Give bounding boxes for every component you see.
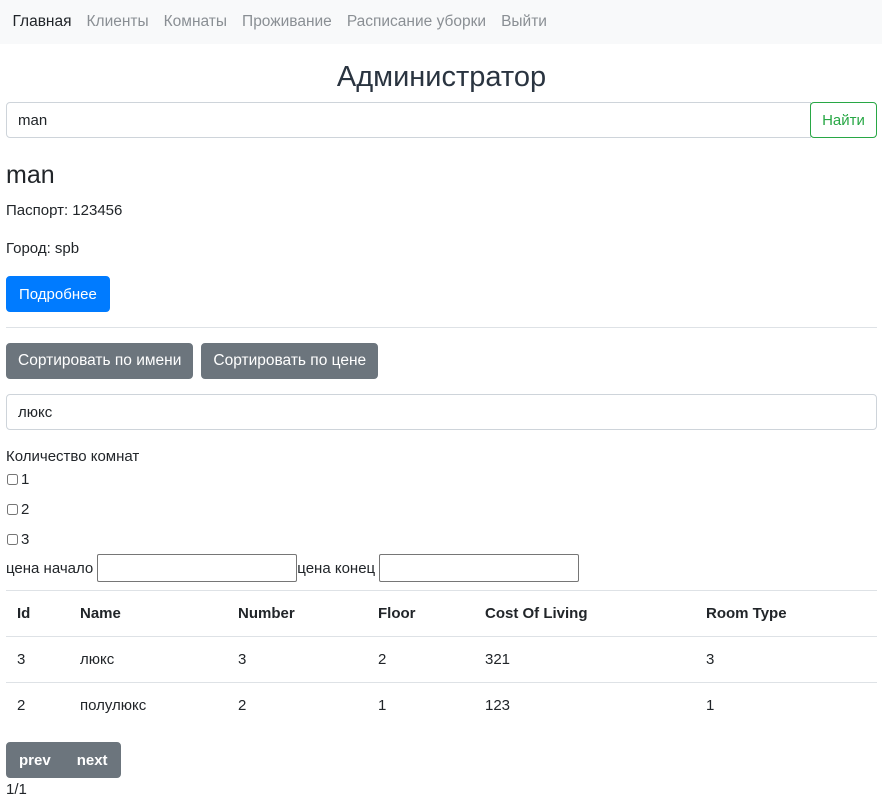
cell-name: люкс <box>80 650 115 668</box>
nav-accommodation[interactable]: Проживание <box>235 13 340 31</box>
client-city: Город: spb <box>6 240 80 257</box>
col-floor: Floor <box>378 604 416 622</box>
price-end-input[interactable] <box>379 554 580 582</box>
cell-id: 2 <box>17 696 26 714</box>
next-button[interactable]: next <box>63 742 121 778</box>
rooms-option-1: 1 <box>6 468 877 490</box>
rooms-option-3: 3 <box>6 528 877 550</box>
rooms-option-label: 3 <box>21 530 30 548</box>
nav-home[interactable]: Главная <box>5 13 79 31</box>
find-button[interactable]: Найти <box>810 102 877 138</box>
col-cost: Cost Of Living <box>485 604 588 622</box>
col-room-type: Room Type <box>706 604 787 622</box>
divider <box>6 327 877 328</box>
cell-cost: 321 <box>485 650 511 668</box>
cell-name: полулюкс <box>80 696 147 714</box>
nav-cleaning-schedule[interactable]: Расписание уборки <box>339 13 493 31</box>
nav-rooms[interactable]: Комнаты <box>156 13 234 31</box>
cell-floor: 1 <box>378 696 387 714</box>
nav-logout[interactable]: Выйти <box>494 13 555 31</box>
client-passport: Паспорт: 123456 <box>6 202 123 219</box>
cell-floor: 2 <box>378 650 387 668</box>
client-search-input[interactable] <box>6 102 811 138</box>
table-row: 2 полулюкс 2 1 123 1 <box>6 682 877 728</box>
price-start-input[interactable] <box>97 554 298 582</box>
rooms-checkbox-1[interactable] <box>7 473 18 485</box>
top-navbar: Главная Клиенты Комнаты Проживание Распи… <box>0 0 882 44</box>
prev-button[interactable]: prev <box>6 742 64 778</box>
cell-number: 2 <box>238 696 247 714</box>
col-name: Name <box>80 604 121 622</box>
main-content: Администратор Найти man Паспорт: 123456 … <box>0 44 882 800</box>
cell-room-type: 1 <box>706 696 715 714</box>
rooms-checkbox-3[interactable] <box>7 533 18 545</box>
sort-by-name-button[interactable]: Сортировать по имени <box>6 343 194 379</box>
table-header-row: Id Name Number Floor Cost Of Living Room… <box>6 591 877 636</box>
cell-room-type: 3 <box>706 650 715 668</box>
cell-cost: 123 <box>485 696 511 714</box>
client-search: Найти <box>6 102 877 138</box>
rooms-table: Id Name Number Floor Cost Of Living Room… <box>6 591 877 728</box>
room-type-filter-input[interactable] <box>6 394 877 430</box>
table-row: 3 люкс 3 2 321 3 <box>6 636 877 682</box>
sort-controls: Сортировать по имени Сортировать по цене <box>6 343 877 379</box>
client-name: man <box>6 161 55 189</box>
nav-clients[interactable]: Клиенты <box>79 13 156 31</box>
sort-by-price-button[interactable]: Сортировать по цене <box>201 343 379 379</box>
rooms-checkbox-2[interactable] <box>7 503 18 515</box>
price-end-label: цена конец <box>297 559 376 577</box>
col-id: Id <box>17 604 31 622</box>
rooms-count-label: Количество комнат <box>6 448 140 465</box>
details-button[interactable]: Подробнее <box>6 276 110 312</box>
price-range: цена начало цена конец <box>6 554 877 582</box>
price-start-label: цена начало <box>6 559 94 577</box>
cell-number: 3 <box>238 650 247 668</box>
rooms-option-label: 2 <box>21 500 30 518</box>
cell-id: 3 <box>17 650 26 668</box>
page-title: Администратор <box>336 61 547 93</box>
page-indicator: 1/1 <box>6 781 27 798</box>
rooms-option-2: 2 <box>6 498 877 520</box>
pagination: prev next <box>6 742 877 778</box>
rooms-option-label: 1 <box>21 470 30 488</box>
col-number: Number <box>238 604 295 622</box>
